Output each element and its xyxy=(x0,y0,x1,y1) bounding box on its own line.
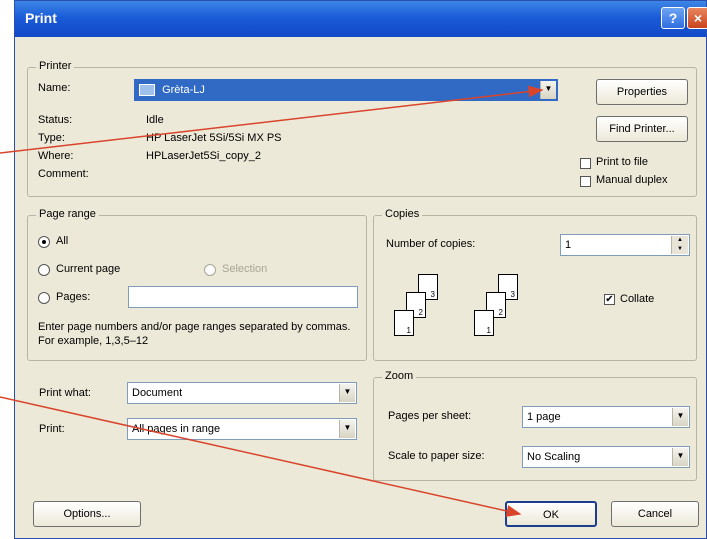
scale-to-paper-value: No Scaling xyxy=(527,451,581,463)
print-to-file-label: Print to file xyxy=(596,156,648,168)
help-icon[interactable]: ? xyxy=(661,7,685,29)
scale-to-paper-label: Scale to paper size: xyxy=(388,450,485,462)
copies-value: 1 xyxy=(565,239,572,251)
pages-per-sheet-select[interactable]: 1 page ▼ xyxy=(522,406,690,428)
copies-group: Copies Number of copies: 1 ▲ ▼ 3 2 1 3 2… xyxy=(373,208,697,361)
properties-button[interactable]: Properties xyxy=(596,79,688,105)
print-dialog: Print ? × Printer Name: Grèta-LJ ▼ Prope… xyxy=(14,0,707,539)
name-label: Name: xyxy=(38,82,71,94)
where-value: HPLaserJet5Si_copy_2 xyxy=(146,150,261,162)
selection-radio[interactable] xyxy=(204,264,216,276)
chevron-down-icon[interactable]: ▼ xyxy=(339,384,355,402)
chevron-down-icon[interactable]: ▼ xyxy=(672,408,688,426)
print-what-label: Print what: xyxy=(39,387,91,399)
print-label: Print: xyxy=(39,423,65,435)
printer-icon xyxy=(139,84,155,97)
pages-label: Pages: xyxy=(56,291,91,303)
manual-duplex-checkbox[interactable] xyxy=(580,176,591,187)
print-to-file-checkbox[interactable] xyxy=(580,158,591,169)
collate-checkbox[interactable]: ✔ xyxy=(604,294,615,305)
title-bar: Print ? × xyxy=(15,1,707,37)
type-value: HP LaserJet 5Si/5Si MX PS xyxy=(146,132,282,144)
zoom-group: Zoom Pages per sheet: 1 page ▼ Scale to … xyxy=(373,370,697,481)
printer-name-select[interactable]: Grèta-LJ ▼ xyxy=(134,79,558,101)
pages-input[interactable] xyxy=(128,286,358,308)
collate-label: Collate xyxy=(620,293,655,305)
print-value: All pages in range xyxy=(132,423,221,435)
window-title: Print xyxy=(25,10,57,26)
collate-stack-icon-2: 3 2 1 xyxy=(474,274,534,344)
current-page-label: Current page xyxy=(56,263,121,275)
print-select[interactable]: All pages in range ▼ xyxy=(127,418,357,440)
where-label: Where: xyxy=(38,150,74,162)
all-radio[interactable] xyxy=(38,236,50,248)
options-button[interactable]: Options... xyxy=(33,501,141,527)
chevron-down-icon[interactable]: ▼ xyxy=(339,420,355,438)
spin-up-icon[interactable]: ▲ xyxy=(671,236,688,245)
page-range-legend: Page range xyxy=(36,208,99,220)
collate-stack-icon-1: 3 2 1 xyxy=(394,274,454,344)
pages-per-sheet-value: 1 page xyxy=(527,411,561,423)
page-range-group: Page range All Current page Selection Pa… xyxy=(27,208,367,361)
cancel-button[interactable]: Cancel xyxy=(611,501,699,527)
number-of-copies-label: Number of copies: xyxy=(386,238,476,250)
current-page-radio[interactable] xyxy=(38,264,50,276)
printer-group: Printer Name: Grèta-LJ ▼ Properties Stat… xyxy=(27,60,697,197)
print-what-value: Document xyxy=(132,387,183,399)
spin-down-icon[interactable]: ▼ xyxy=(671,245,688,254)
pages-radio[interactable] xyxy=(38,292,50,304)
zoom-legend: Zoom xyxy=(382,370,417,382)
chevron-down-icon[interactable]: ▼ xyxy=(672,448,688,466)
find-printer-button[interactable]: Find Printer... xyxy=(596,116,688,142)
all-label: All xyxy=(56,235,69,247)
manual-duplex-label: Manual duplex xyxy=(596,174,668,186)
status-value: Idle xyxy=(146,114,164,126)
chevron-down-icon[interactable]: ▼ xyxy=(540,81,556,99)
status-label: Status: xyxy=(38,114,73,126)
selection-label: Selection xyxy=(222,263,268,275)
close-icon[interactable]: × xyxy=(687,7,707,29)
ok-button[interactable]: OK xyxy=(505,501,597,527)
print-what-select[interactable]: Document ▼ xyxy=(127,382,357,404)
scale-to-paper-select[interactable]: No Scaling ▼ xyxy=(522,446,690,468)
printer-name-value: Grèta-LJ xyxy=(162,84,205,96)
comment-label: Comment: xyxy=(38,168,89,180)
printer-legend: Printer xyxy=(36,60,75,72)
pages-per-sheet-label: Pages per sheet: xyxy=(388,410,472,422)
page-range-hint: Enter page numbers and/or page ranges se… xyxy=(38,321,351,347)
copies-legend: Copies xyxy=(382,208,423,220)
type-label: Type: xyxy=(38,132,65,144)
copies-input[interactable]: 1 ▲ ▼ xyxy=(560,234,690,256)
